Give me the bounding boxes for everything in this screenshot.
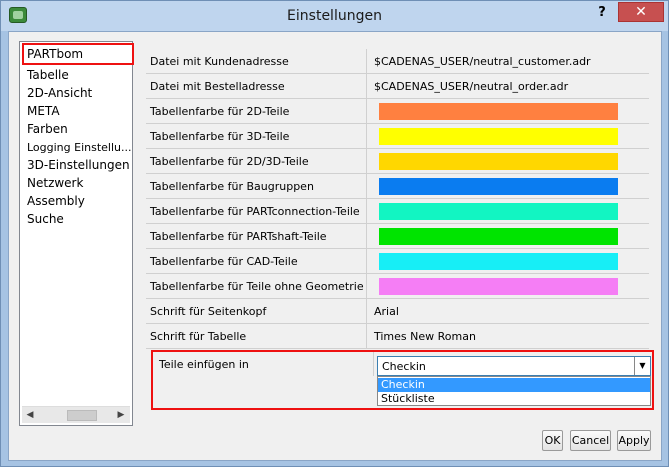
cancel-button[interactable]: Cancel: [570, 430, 611, 451]
dialog-body: PARTbom Tabelle 2D-Ansicht META Farben L…: [8, 31, 662, 461]
insert-parts-selected-value: Checkin: [382, 360, 426, 373]
setting-row-color-partshaft[interactable]: Tabellenfarbe für PARTshaft-Teile: [146, 224, 649, 249]
category-item-farben[interactable]: Farben: [27, 121, 68, 138]
column-divider: [366, 49, 367, 74]
setting-label: Datei mit Bestelladresse: [150, 80, 285, 93]
insert-parts-label: Teile einfügen in: [159, 358, 249, 371]
setting-row-color-assemblies[interactable]: Tabellenfarbe für Baugruppen: [146, 174, 649, 199]
setting-row-insert-parts: Teile einfügen in Checkin ▼ Checkin Stüc…: [151, 350, 654, 410]
settings-window: Einstellungen ? ✕ PARTbom Tabelle 2D-Ans…: [0, 0, 669, 467]
category-list[interactable]: PARTbom Tabelle 2D-Ansicht META Farben L…: [19, 41, 134, 426]
color-swatch[interactable]: [379, 203, 618, 220]
column-divider: [366, 99, 367, 124]
column-divider: [366, 199, 367, 224]
color-swatch[interactable]: [379, 153, 618, 170]
horizontal-scrollbar[interactable]: ◀ ▶: [22, 406, 130, 423]
setting-row-order-address[interactable]: Datei mit Bestelladresse $CADENAS_USER/n…: [146, 74, 649, 99]
setting-row-color-2d-3d[interactable]: Tabellenfarbe für 2D/3D-Teile: [146, 149, 649, 174]
color-swatch[interactable]: [379, 178, 618, 195]
setting-row-color-no-geometry[interactable]: Tabellenfarbe für Teile ohne Geometrie: [146, 274, 649, 299]
color-swatch[interactable]: [379, 103, 618, 120]
column-divider: [366, 174, 367, 199]
setting-value[interactable]: Times New Roman: [374, 330, 476, 343]
option-stueckliste[interactable]: Stückliste: [378, 392, 650, 406]
setting-label: Tabellenfarbe für Teile ohne Geometrie: [150, 280, 364, 293]
color-swatch[interactable]: [379, 278, 618, 295]
scroll-thumb[interactable]: [67, 410, 97, 421]
title-bar[interactable]: Einstellungen ? ✕: [1, 1, 668, 31]
category-item-assembly[interactable]: Assembly: [27, 193, 85, 210]
setting-label: Tabellenfarbe für 2D/3D-Teile: [150, 155, 309, 168]
category-item-tabelle[interactable]: Tabelle: [27, 67, 69, 84]
setting-value[interactable]: $CADENAS_USER/neutral_customer.adr: [374, 55, 591, 68]
column-divider: [366, 124, 367, 149]
setting-row-table-font[interactable]: Schrift für Tabelle Times New Roman: [146, 324, 649, 349]
column-divider: [366, 224, 367, 249]
column-divider: [366, 274, 367, 299]
ok-button[interactable]: OK: [542, 430, 563, 451]
column-divider: [366, 324, 367, 349]
apply-button[interactable]: Apply: [617, 430, 651, 451]
setting-label: Tabellenfarbe für PARTconnection-Teile: [150, 205, 360, 218]
option-checkin[interactable]: Checkin: [378, 378, 650, 392]
category-item-meta[interactable]: META: [27, 103, 60, 120]
help-button[interactable]: ?: [593, 5, 611, 23]
category-item-netzwerk[interactable]: Netzwerk: [27, 175, 83, 192]
setting-row-color-cad[interactable]: Tabellenfarbe für CAD-Teile: [146, 249, 649, 274]
setting-value[interactable]: Arial: [374, 305, 399, 318]
category-item-logging[interactable]: Logging Einstellu...: [27, 139, 132, 156]
setting-label: Schrift für Seitenkopf: [150, 305, 267, 318]
scroll-right-icon[interactable]: ▶: [114, 409, 128, 422]
setting-row-header-font[interactable]: Schrift für Seitenkopf Arial: [146, 299, 649, 324]
setting-row-color-partconnection[interactable]: Tabellenfarbe für PARTconnection-Teile: [146, 199, 649, 224]
setting-row-color-2d[interactable]: Tabellenfarbe für 2D-Teile: [146, 99, 649, 124]
column-divider: [366, 299, 367, 324]
category-item-partbom[interactable]: PARTbom: [22, 43, 134, 65]
category-item-3d-einstellungen[interactable]: 3D-Einstellungen: [27, 157, 130, 174]
insert-parts-options[interactable]: Checkin Stückliste: [377, 376, 651, 406]
chevron-down-icon[interactable]: ▼: [634, 357, 650, 375]
scroll-left-icon[interactable]: ◀: [23, 409, 37, 422]
setting-label: Tabellenfarbe für 3D-Teile: [150, 130, 290, 143]
column-divider: [373, 352, 374, 376]
setting-label: Tabellenfarbe für CAD-Teile: [150, 255, 298, 268]
setting-label: Tabellenfarbe für PARTshaft-Teile: [150, 230, 327, 243]
setting-label: Tabellenfarbe für 2D-Teile: [150, 105, 290, 118]
insert-parts-select[interactable]: Checkin ▼: [377, 356, 651, 376]
category-item-2d-ansicht[interactable]: 2D-Ansicht: [27, 85, 92, 102]
category-item-suche[interactable]: Suche: [27, 211, 64, 228]
column-divider: [366, 249, 367, 274]
setting-label: Schrift für Tabelle: [150, 330, 247, 343]
setting-row-color-3d[interactable]: Tabellenfarbe für 3D-Teile: [146, 124, 649, 149]
window-title: Einstellungen: [287, 8, 382, 24]
column-divider: [366, 74, 367, 99]
setting-label: Tabellenfarbe für Baugruppen: [150, 180, 314, 193]
setting-value[interactable]: $CADENAS_USER/neutral_order.adr: [374, 80, 568, 93]
setting-row-customer-address[interactable]: Datei mit Kundenadresse $CADENAS_USER/ne…: [146, 49, 649, 74]
color-swatch[interactable]: [379, 253, 618, 270]
color-swatch[interactable]: [379, 128, 618, 145]
column-divider: [366, 149, 367, 174]
setting-label: Datei mit Kundenadresse: [150, 55, 289, 68]
color-swatch[interactable]: [379, 228, 618, 245]
close-button[interactable]: ✕: [618, 2, 664, 22]
